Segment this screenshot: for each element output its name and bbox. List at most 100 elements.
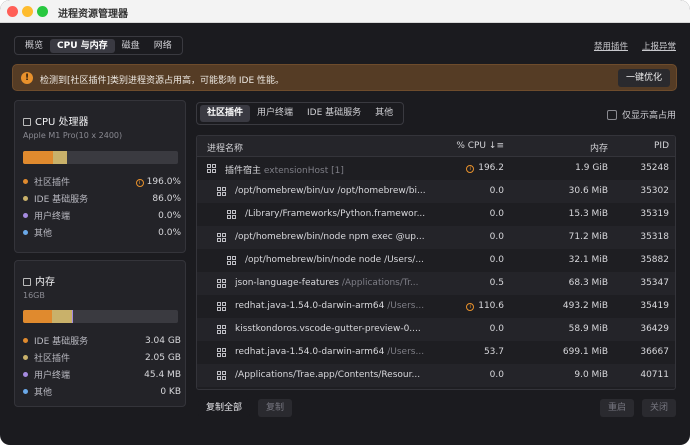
process-name-text: json-language-features [235,278,339,288]
table-row[interactable]: /opt/homebrew/bin/node npm exec @up... 0.… [197,226,675,249]
table-row[interactable]: /opt/homebrew/bin/uv /opt/homebrew/bi...… [197,180,675,203]
cpu-model: Apple M1 Pro(10 x 2400) [23,131,123,140]
memory-cell: 71.2 MiB [568,232,608,242]
pid-cell: 40711 [640,370,669,380]
cpu-value: 0.0 [489,370,504,380]
cpu-icon [23,118,31,126]
warning-icon: ! [21,72,33,84]
tab-overview[interactable]: 概览 [18,39,50,53]
process-name: json-language-features /Applications/Tr.… [235,278,419,288]
legend-dot [23,230,28,235]
memory-cell: 68.3 MiB [568,278,608,288]
legend-dot [23,389,28,394]
copy-button[interactable]: 复制 [258,399,293,417]
legend-label: IDE 基础服务 [34,195,89,205]
tab-cpu-memory[interactable]: CPU 与内存 [50,38,115,53]
process-name: redhat.java-1.54.0-darwin-arm64 /Users..… [235,301,424,311]
report-issue-link[interactable]: 上报异常 [642,40,676,52]
tab-ide-services[interactable]: IDE 基础服务 [300,105,368,122]
cpu-usage-bar [23,151,178,164]
only-high-label: 仅显示高占用 [621,111,676,121]
tab-other[interactable]: 其他 [368,105,400,122]
disable-plugins-link[interactable]: 禁用插件 [594,40,628,52]
table-body: 插件宿主 extensionHost [1] i 196.2 1.9 GiB 35248… [197,157,675,387]
process-name-text: /opt/homebrew/bin/uv /opt/homebrew/bi... [235,186,426,196]
legend-value-text: 3.04 GB [144,335,181,346]
cpu-cell: 0.0 [490,209,504,219]
legend-item: IDE 基础服务 86.0% [23,190,181,207]
cpu-cell: 0.0 [490,370,504,380]
memory-usage-bar [23,310,178,323]
maximize-window-button[interactable] [37,6,48,17]
category-tabs: 社区插件 用户终端 IDE 基础服务 其他 [196,102,405,125]
process-name: /opt/homebrew/bin/node npm exec @up... [235,232,425,242]
pid-cell: 35419 [640,301,669,311]
process-table: 进程名称 % CPU ↓≡ 内存 PID 插件宿主 extensionHost … [196,135,676,390]
header-memory[interactable]: 内存 [590,141,608,154]
legend-value-text: 196.0% [146,176,181,187]
optimize-button[interactable]: 一键优化 [617,69,670,87]
legend-item: 社区插件 i 196.0% [23,173,181,190]
cpu-value: 0.0 [489,186,504,196]
cpu-cell: 53.7 [484,347,504,357]
legend-value: 3.04 GB [145,336,181,346]
header-name[interactable]: 进程名称 [207,141,243,154]
table-row[interactable]: kisstkondoros.vscode-gutter-preview-0...… [197,318,675,341]
table-row[interactable]: redhat.java-1.54.0-darwin-arm64 /Users..… [197,341,675,364]
pid-cell: 35347 [640,278,669,288]
copy-all-button[interactable]: 复制全部 [198,399,251,417]
memory-title: 内存 [35,277,55,288]
restart-button[interactable]: 重启 [599,399,634,417]
memory-cell: 9.0 MiB [574,370,608,380]
memory-cell: 699.1 MiB [562,347,608,357]
cpu-value: 0.5 [489,278,504,288]
legend-label: 其他 [34,388,53,398]
process-grid-icon [227,210,236,219]
memory-icon [23,278,31,286]
only-high-checkbox[interactable] [606,109,617,120]
tab-community-plugins[interactable]: 社区插件 [200,105,251,122]
table-row[interactable]: 插件宿主 extensionHost [1] i 196.2 1.9 GiB 35248 [197,157,675,180]
memory-legend: IDE 基础服务 3.04 GB 社区插件 2.05 GB 用户终端 45.4 MB 其他 0… [23,332,181,400]
legend-value: i 196.0% [135,176,181,187]
table-row[interactable]: /opt/homebrew/bin/node node /Users/... 0.… [197,249,675,272]
process-grid-icon [217,233,226,242]
header-pid[interactable]: PID [654,141,669,151]
process-suffix: extensionHost [1] [263,166,344,176]
table-row[interactable]: /Applications/Trae.app/Contents/Resour..… [197,364,675,387]
pid-cell: 36667 [640,347,669,357]
only-high-toggle[interactable]: 仅显示高占用 [606,108,676,121]
legend-value-text: 86.0% [152,193,181,204]
legend-dot [23,196,28,201]
process-name: /Applications/Trae.app/Contents/Resour..… [235,370,420,380]
top-links: 禁用插件 上报异常 [594,40,676,52]
table-row[interactable]: redhat.java-1.54.0-darwin-arm64 /Users..… [197,295,675,318]
close-window-button[interactable] [7,6,18,17]
legend-item: 社区插件 2.05 GB [23,349,181,366]
process-grid-icon [217,325,226,334]
memory-total: 16GB [23,291,45,300]
memory-cell: 15.3 MiB [568,209,608,219]
legend-value: 86.0% [152,194,181,204]
legend-value: 45.4 MB [144,370,181,380]
process-grid-icon [217,371,226,380]
header-cpu[interactable]: % CPU ↓≡ [456,141,504,151]
tab-user-terminal[interactable]: 用户终端 [250,105,300,122]
bar-segment [23,310,53,323]
table-row[interactable]: /Library/Frameworks/Python.framewor... 0.… [197,203,675,226]
legend-dot [23,338,28,343]
cpu-panel-title: CPU 处理器 [23,113,89,128]
minimize-window-button[interactable] [22,6,33,17]
legend-item: IDE 基础服务 3.04 GB [23,332,181,349]
table-row[interactable]: json-language-features /Applications/Tr.… [197,272,675,295]
legend-dot [23,372,28,377]
legend-label: 其他 [34,229,53,239]
cpu-value: 0.0 [489,255,504,265]
process-suffix: /Users... [387,301,425,311]
legend-value-text: 0.0% [158,227,181,238]
tab-disk[interactable]: 磁盘 [115,39,147,53]
pid-cell: 35302 [640,186,669,196]
table-header: 进程名称 % CPU ↓≡ 内存 PID [197,136,675,157]
tab-network[interactable]: 网络 [147,39,179,53]
close-button[interactable]: 关闭 [641,399,676,417]
